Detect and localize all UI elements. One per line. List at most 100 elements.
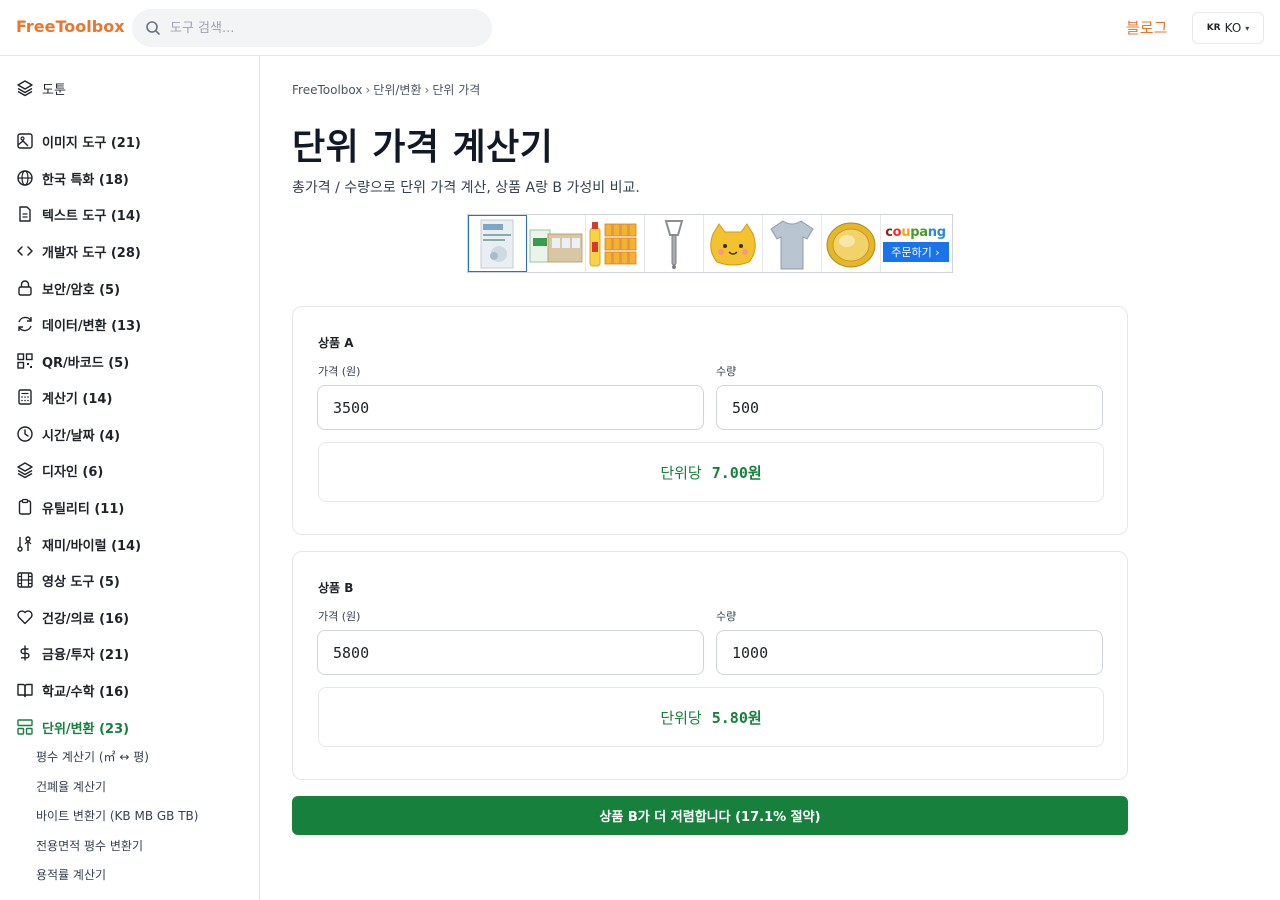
page-description: 총가격 / 수량으로 단위 가격 계산, 상품 A랑 B 가성비 비교.	[292, 180, 640, 196]
sidebar-item-label: 텍스트 도구 (14)	[42, 208, 141, 224]
product-a-unit-price: 단위당 7.00원	[318, 442, 1104, 502]
product-b-price-input[interactable]	[317, 630, 704, 675]
sidebar-subitem-pyeong[interactable]: 평수 계산기 (㎡ ↔ 평)	[36, 748, 149, 768]
layers-icon	[17, 80, 33, 97]
sidebar-item-design[interactable]: 디자인 (6)	[16, 458, 103, 482]
breadcrumb-current: 단위 가격	[432, 83, 481, 97]
dollar-icon	[20, 645, 30, 661]
sidebar-item-dev-tools[interactable]: 개발자 도구 (28)	[16, 239, 141, 263]
sidebar-item-text-tools[interactable]: 텍스트 도구 (14)	[16, 202, 141, 226]
sidebar-item-fun-viral[interactable]: 재미/바이럴 (14)	[16, 532, 141, 556]
product-a-price-input[interactable]	[317, 385, 704, 430]
dice-icon	[17, 536, 32, 552]
book-icon	[17, 683, 33, 698]
breadcrumb-separator: ›	[424, 83, 430, 97]
site-logo[interactable]: FreeToolbox	[16, 17, 125, 36]
sidebar-item-data-convert[interactable]: 데이터/변환 (13)	[16, 312, 141, 336]
language-label: KO	[1224, 21, 1242, 35]
breadcrumb: FreeToolbox › 단위/변환 › 단위 가격	[292, 81, 480, 98]
breadcrumb-home[interactable]: FreeToolbox	[292, 83, 362, 97]
ad-product-thumbnail[interactable]	[527, 215, 586, 272]
unit-price-label: 단위당	[660, 463, 702, 482]
refresh-icon	[18, 316, 32, 332]
product-box-icon	[480, 219, 514, 268]
sidebar-item-label: QR/바코드 (5)	[42, 355, 130, 371]
sidebar-item-label: 금융/투자 (21)	[42, 647, 130, 663]
sidebar-item-unit-convert[interactable]: 단위/변환 (23)	[16, 715, 129, 739]
grid-icon	[17, 719, 33, 735]
breadcrumb-category[interactable]: 단위/변환	[373, 83, 421, 97]
coupang-order-block[interactable]: coupang 주문하기 ›	[881, 215, 950, 272]
search-input[interactable]	[170, 9, 480, 47]
sidebar-item-security[interactable]: 보안/암호 (5)	[16, 276, 120, 300]
ad-product-thumbnail[interactable]	[822, 215, 881, 272]
sidebar-item-time-date[interactable]: 시간/날짜 (4)	[16, 422, 120, 446]
drink-bottles-icon	[589, 221, 637, 266]
price-label: 가격 (원)	[318, 610, 361, 623]
sidebar-item-image-tools[interactable]: 이미지 도구 (21)	[16, 129, 141, 153]
sidebar-item-finance[interactable]: 금융/투자 (21)	[16, 641, 129, 665]
sidebar-item-label: 건강/의료 (16)	[42, 611, 130, 627]
sidebar-item-video[interactable]: 영상 도구 (5)	[16, 568, 120, 592]
sidebar-item-label: 이미지 도구 (21)	[42, 135, 141, 151]
lock-icon	[18, 280, 32, 296]
globe-icon	[17, 170, 33, 186]
sidebar-item-qr[interactable]: QR/바코드 (5)	[16, 349, 129, 373]
sidebar-item-label: 시간/날짜 (4)	[42, 428, 121, 444]
comparison-result-banner: 상품 B가 더 저렴합니다 (17.1% 절약)	[292, 796, 1128, 835]
clock-icon	[17, 426, 33, 442]
gold-jar-icon	[826, 222, 876, 267]
blog-link[interactable]: 블로그	[1126, 17, 1167, 38]
page-title: 단위 가격 계산기	[292, 127, 554, 168]
quantity-label: 수량	[716, 365, 737, 378]
peeler-icon	[664, 219, 684, 269]
sidebar-subitem-floor-area[interactable]: 용적률 계산기	[36, 866, 106, 886]
calculator-icon	[18, 389, 32, 405]
sidebar-item-label: 개발자 도구 (28)	[42, 245, 141, 261]
product-b-quantity-input[interactable]	[716, 630, 1103, 675]
ad-product-thumbnail[interactable]	[586, 215, 645, 272]
sidebar-item-label: 계산기 (14)	[42, 391, 113, 407]
sidebar: 도툰 이미지 도구 (21) 한국 특화 (18) 텍스트 도구 (14) 개발…	[0, 56, 260, 900]
sidebar-item-school-math[interactable]: 학교/수학 (16)	[16, 678, 129, 702]
breadcrumb-separator: ›	[365, 83, 371, 97]
coupang-logo: coupang	[885, 225, 946, 240]
product-b-card: 상품 B 가격 (원) 수량 단위당 5.80원	[292, 551, 1128, 780]
language-selector[interactable]: KR KO ▾	[1192, 12, 1264, 44]
ad-product-thumbnail[interactable]	[645, 215, 704, 272]
quantity-label: 수량	[716, 610, 737, 623]
product-a-quantity-input[interactable]	[716, 385, 1103, 430]
sidebar-item-label: 데이터/변환 (13)	[42, 318, 142, 334]
product-a-card: 상품 A 가격 (원) 수량 단위당 7.00원	[292, 306, 1128, 535]
sidebar-item-calculators[interactable]: 계산기 (14)	[16, 385, 112, 409]
product-b-unit-price: 단위당 5.80원	[318, 687, 1104, 747]
search-bar[interactable]	[132, 9, 492, 47]
ad-product-thumbnail[interactable]	[704, 215, 763, 272]
sidebar-item-top[interactable]: 도툰	[16, 76, 66, 100]
clipboard-icon	[18, 498, 32, 515]
ad-product-thumbnail[interactable]	[468, 215, 527, 272]
milk-carton-icon	[529, 229, 583, 262]
heart-icon	[17, 610, 33, 625]
qr-icon	[17, 353, 33, 369]
top-header: FreeToolbox 블로그 KR KO ▾	[0, 0, 1280, 56]
sidebar-item-label: 유틸리티 (11)	[42, 501, 125, 517]
ad-product-thumbnail[interactable]	[763, 215, 822, 272]
code-icon	[17, 246, 33, 256]
order-button[interactable]: 주문하기 ›	[882, 242, 949, 262]
sidebar-item-label: 한국 특화 (18)	[42, 172, 129, 188]
sidebar-item-korean[interactable]: 한국 특화 (18)	[16, 166, 129, 190]
sidebar-item-label: 영상 도구 (5)	[42, 574, 120, 590]
sidebar-item-health[interactable]: 건강/의료 (16)	[16, 605, 129, 629]
sidebar-subitem-bytes[interactable]: 바이트 변환기 (KB MB GB TB)	[36, 807, 198, 827]
cat-plush-icon	[710, 222, 756, 265]
sidebar-item-label: 도툰	[42, 82, 66, 98]
sidebar-item-label: 디자인 (6)	[42, 464, 104, 480]
sidebar-subitem-exclusive-area[interactable]: 전용면적 평수 변환기	[36, 837, 143, 857]
ad-banner[interactable]: coupang 주문하기 ›	[467, 214, 953, 273]
product-a-title: 상품 A	[318, 336, 354, 350]
caret-down-icon: ▾	[1245, 23, 1250, 33]
sidebar-subitem-coverage[interactable]: 건폐율 계산기	[36, 778, 106, 798]
sidebar-item-utility[interactable]: 유틸리티 (11)	[16, 495, 124, 519]
document-icon	[19, 206, 31, 222]
